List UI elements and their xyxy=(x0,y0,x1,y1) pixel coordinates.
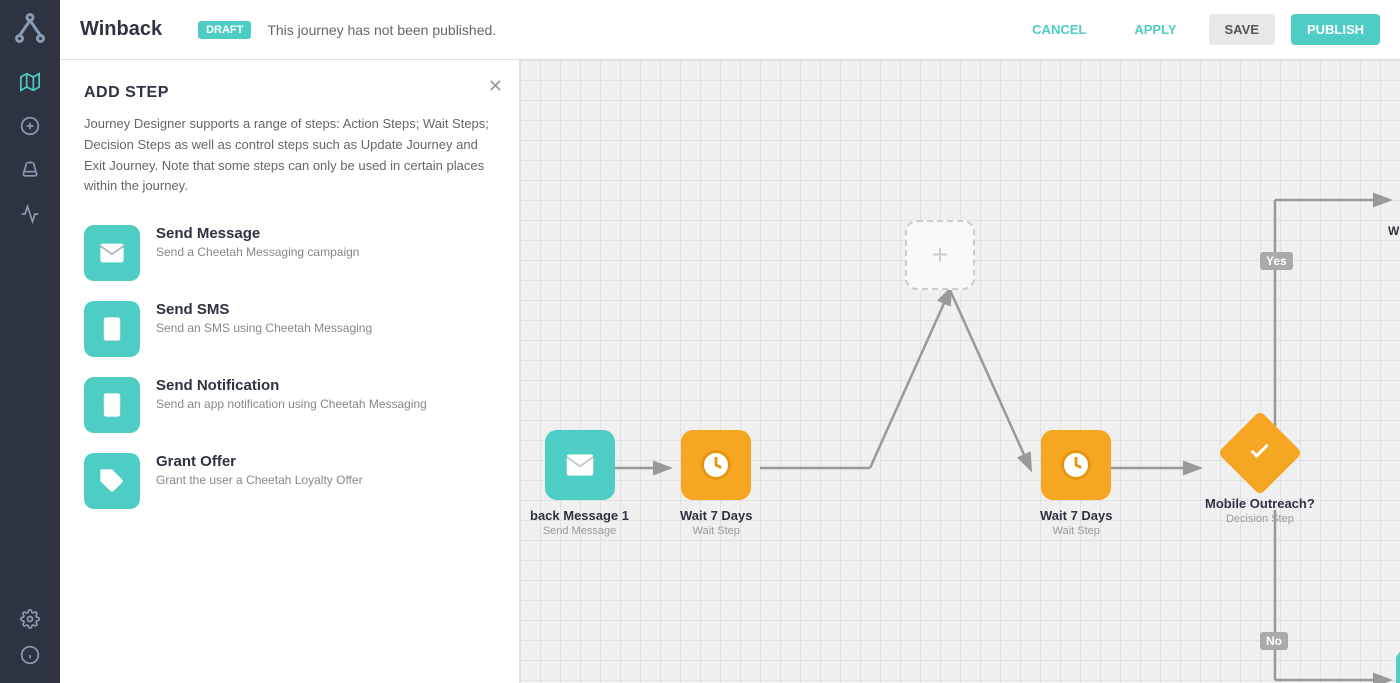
nav-settings-icon[interactable] xyxy=(12,601,48,637)
canvas-area[interactable]: back Message 1 Send Message Wait 7 Days … xyxy=(520,60,1400,683)
step-name-grant-offer: Grant Offer xyxy=(156,453,495,470)
step-desc-grant-offer: Grant the user a Cheetah Loyalty Offer xyxy=(156,473,495,487)
node-notif2[interactable]: Winback M... xyxy=(1388,650,1400,683)
wait2-node-icon xyxy=(1041,430,1111,500)
node-sublabel-decision: Decision Step xyxy=(1226,513,1294,525)
nav-add-icon[interactable] xyxy=(12,108,48,144)
panel-title: ADD STEP xyxy=(84,84,495,102)
send-message-node-icon xyxy=(545,430,615,500)
header-status: This journey has not been published. xyxy=(267,22,496,38)
node-label-msg1: back Message 1 xyxy=(530,508,629,523)
nav-flask-icon[interactable] xyxy=(12,152,48,188)
save-button[interactable]: SAVE xyxy=(1209,14,1275,45)
step-desc-send-sms: Send an SMS using Cheetah Messaging xyxy=(156,321,495,335)
send-sms-icon xyxy=(84,301,140,357)
add-step-panel: ✕ ADD STEP Journey Designer supports a r… xyxy=(60,60,520,683)
step-name-send-message: Send Message xyxy=(156,225,495,242)
draft-badge: DRAFT xyxy=(198,21,251,39)
nav-analytics-icon[interactable] xyxy=(12,196,48,232)
placeholder-node-icon: + xyxy=(905,220,975,290)
placeholder-plus-icon: + xyxy=(932,239,948,271)
node-wait2[interactable]: Wait 7 Days Wait Step xyxy=(1040,430,1113,537)
node-send-message[interactable]: back Message 1 Send Message xyxy=(530,430,629,537)
node-wait1[interactable]: Wait 7 Days Wait Step xyxy=(680,430,753,537)
no-branch-label: No xyxy=(1260,632,1288,650)
grant-offer-icon xyxy=(84,453,140,509)
node-label-wait2: Wait 7 Days xyxy=(1040,508,1113,523)
publish-button[interactable]: PUBLISH xyxy=(1291,14,1380,45)
main-content: Winback DRAFT This journey has not been … xyxy=(60,0,1400,683)
node-sublabel-wait2: Wait Step xyxy=(1053,525,1100,537)
step-name-send-notification: Send Notification xyxy=(156,377,495,394)
node-placeholder[interactable]: + xyxy=(905,220,975,290)
nav-map-icon[interactable] xyxy=(12,64,48,100)
page-title: Winback xyxy=(80,18,162,41)
node-decision[interactable]: Mobile Outreach? Decision Step xyxy=(1205,418,1315,525)
step-item-send-message[interactable]: Send Message Send a Cheetah Messaging ca… xyxy=(84,225,495,281)
decision-node-wrap xyxy=(1225,418,1295,488)
node-label-wait1: Wait 7 Days xyxy=(680,508,753,523)
wait1-node-icon xyxy=(681,430,751,500)
yes-branch-label: Yes xyxy=(1260,252,1293,270)
send-notification-icon xyxy=(84,377,140,433)
panel-close-icon[interactable]: ✕ xyxy=(488,76,503,97)
node-label-decision: Mobile Outreach? xyxy=(1205,496,1315,511)
node-label-notif1: Winback Notification xyxy=(1388,224,1400,238)
step-name-send-sms: Send SMS xyxy=(156,301,495,318)
node-sublabel-msg1: Send Message xyxy=(543,525,616,537)
notif2-node-icon xyxy=(1396,650,1400,683)
step-item-grant-offer[interactable]: Grant Offer Grant the user a Cheetah Loy… xyxy=(84,453,495,509)
step-desc-send-message: Send a Cheetah Messaging campaign xyxy=(156,245,495,259)
canvas-inner: back Message 1 Send Message Wait 7 Days … xyxy=(520,60,1400,683)
node-notif1[interactable]: Winback Notification Send Notification xyxy=(1388,160,1400,252)
send-message-icon xyxy=(84,225,140,281)
arrows-overlay xyxy=(520,60,1400,683)
decision-diamond xyxy=(1217,411,1302,496)
app-header: Winback DRAFT This journey has not been … xyxy=(60,0,1400,60)
step-desc-send-notification: Send an app notification using Cheetah M… xyxy=(156,397,495,411)
cancel-button[interactable]: CANCEL xyxy=(1016,14,1102,45)
step-item-send-sms[interactable]: Send SMS Send an SMS using Cheetah Messa… xyxy=(84,301,495,357)
apply-button[interactable]: APPLY xyxy=(1118,14,1192,45)
node-sublabel-wait1: Wait Step xyxy=(693,525,740,537)
body-area: ✕ ADD STEP Journey Designer supports a r… xyxy=(60,60,1400,683)
nav-info-icon[interactable] xyxy=(12,637,48,673)
panel-description: Journey Designer supports a range of ste… xyxy=(84,114,495,197)
left-nav xyxy=(0,0,60,683)
step-item-send-notification[interactable]: Send Notification Send an app notificati… xyxy=(84,377,495,433)
decision-check-icon xyxy=(1248,439,1272,468)
logo-icon xyxy=(12,10,48,46)
